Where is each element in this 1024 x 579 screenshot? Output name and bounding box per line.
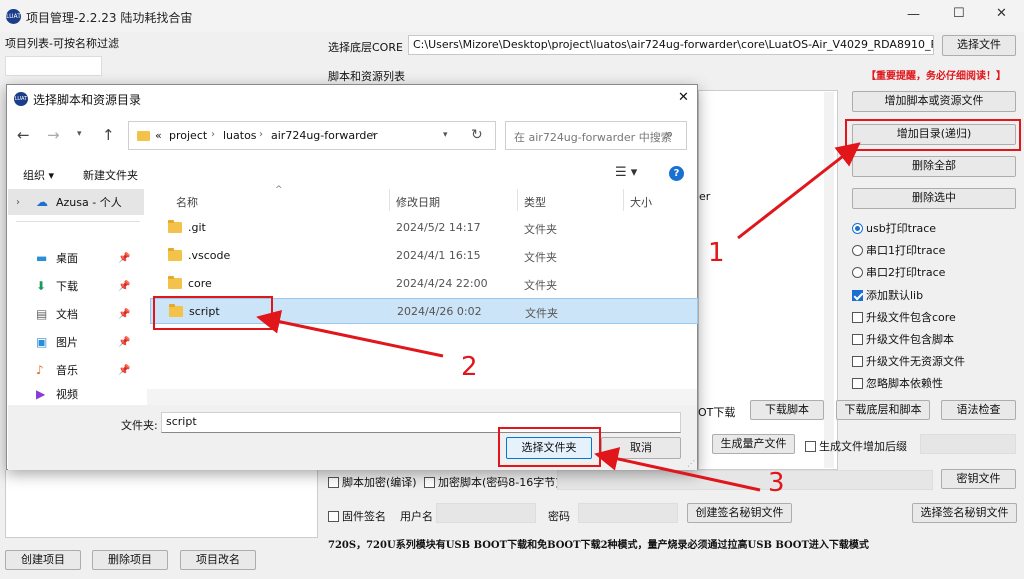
annotation-number-1: 1 xyxy=(708,238,725,268)
annotation-number-2: 2 xyxy=(461,352,478,382)
annotation-arrows xyxy=(256,142,861,492)
annotation-arrow-3 xyxy=(594,447,761,492)
annotation-arrow-1 xyxy=(737,142,861,240)
annotation-number-3: 3 xyxy=(768,468,785,498)
annotation-arrow-2 xyxy=(256,309,444,358)
